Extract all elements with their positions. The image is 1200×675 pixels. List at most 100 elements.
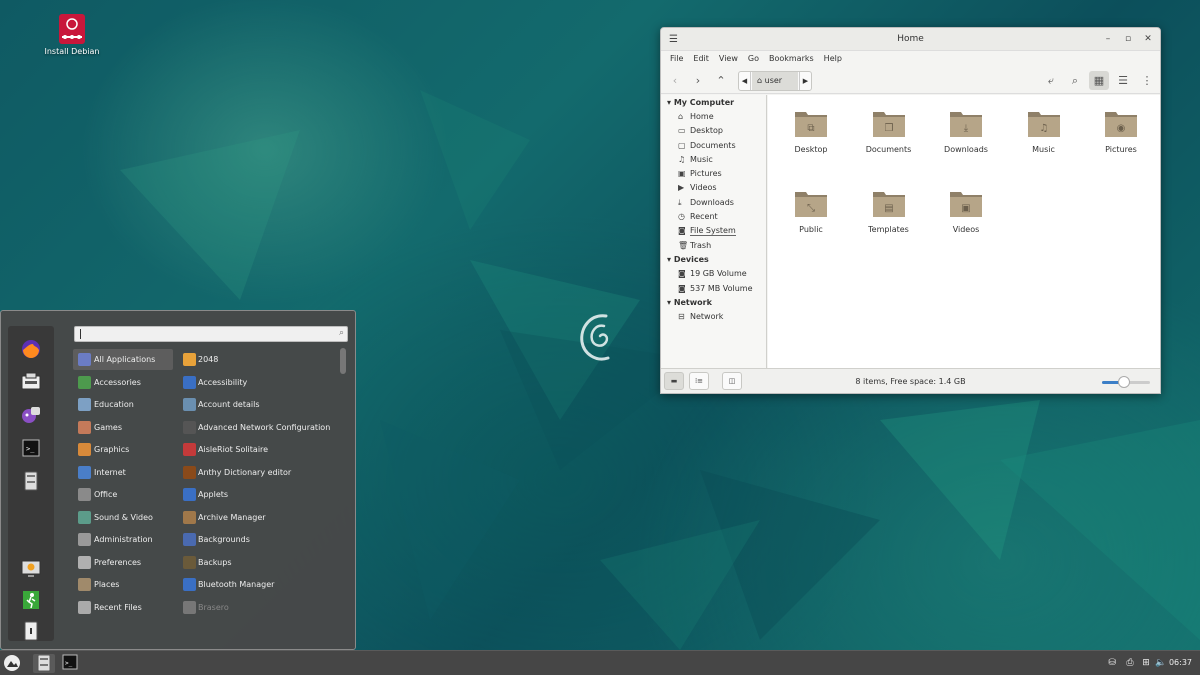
sidebar-section-devices[interactable]: ▾ Devices (667, 255, 709, 264)
category-office[interactable]: Office (73, 484, 173, 505)
folder-icon: ◉ (1104, 107, 1138, 139)
category-all-applications[interactable]: All Applications (73, 349, 173, 370)
folder-pictures[interactable]: ◉ Pictures (1083, 107, 1159, 154)
sidebar-item-recent[interactable]: ◷ Recent (678, 211, 718, 223)
category-administration[interactable]: Administration (73, 529, 173, 550)
category-graphics[interactable]: Graphics (73, 439, 173, 460)
app-advanced-network-configuration[interactable]: Advanced Network Configuration (178, 417, 338, 438)
file-cabinet-icon[interactable] (19, 470, 43, 492)
sidebar-item-home[interactable]: ⌂ Home (678, 111, 714, 123)
logout-icon[interactable] (19, 589, 43, 611)
folder-view[interactable]: ⧉ Desktop ❒ Documents ⤓ Downloads ♫ Music ◉ Pictu… (768, 95, 1160, 370)
category-accessories[interactable]: Accessories (73, 372, 173, 393)
firefox-icon[interactable] (19, 338, 43, 360)
folder-downloads[interactable]: ⤓ Downloads (928, 107, 1004, 154)
clock[interactable]: 06:37 (1169, 658, 1192, 667)
sidebar-item-network[interactable]: ⊟ Network (678, 311, 723, 323)
folder-music[interactable]: ♫ Music (1006, 107, 1082, 154)
category-places[interactable]: Places (73, 574, 173, 595)
app-applets[interactable]: Applets (178, 484, 338, 505)
app-brasero[interactable]: Brasero (178, 597, 338, 618)
forward-button[interactable]: › (688, 71, 708, 90)
category-label: Sound & Video (94, 512, 153, 522)
location-toggle-icon[interactable]: ⤶ (1041, 71, 1061, 90)
app-2048[interactable]: 2048 (178, 349, 338, 370)
software-manager-icon[interactable] (19, 371, 43, 393)
folder-videos[interactable]: ▣ Videos (928, 187, 1004, 234)
menu-view[interactable]: View (714, 51, 743, 67)
app-backups[interactable]: Backups (178, 552, 338, 573)
menu-bookmarks[interactable]: Bookmarks (764, 51, 819, 67)
zoom-slider-handle[interactable] (1117, 376, 1130, 388)
sidebar-item-desktop[interactable]: ▭ Desktop (678, 125, 723, 137)
removable-drive-icon[interactable]: ⛁ (1104, 654, 1120, 673)
app-accessibility[interactable]: Accessibility (178, 372, 338, 393)
folder-documents[interactable]: ❒ Documents (851, 107, 927, 154)
folder-desktop[interactable]: ⧉ Desktop (773, 107, 849, 154)
icon-view-button[interactable]: ▦ (1089, 71, 1109, 90)
sidebar-item-volume-19gb[interactable]: ◙ 19 GB Volume (678, 268, 747, 280)
sidebar-item-videos[interactable]: ▶ Videos (678, 182, 717, 194)
zoom-slider[interactable] (1102, 376, 1150, 388)
terminal-launcher-icon[interactable]: >_ (59, 654, 81, 673)
category-games[interactable]: Games (73, 417, 173, 438)
category-preferences[interactable]: Preferences (73, 552, 173, 573)
sidebar-item-file-system[interactable]: ◙ File System (678, 225, 736, 237)
window-titlebar[interactable]: ☰ Home – ▫ ✕ (661, 28, 1160, 51)
chat-icon[interactable] (19, 404, 43, 426)
favorites-bar: >_ (8, 326, 54, 641)
volume-icon[interactable]: 🔈 (1154, 654, 1168, 673)
app-backgrounds[interactable]: Backgrounds (178, 529, 338, 550)
close-button[interactable]: ✕ (1141, 32, 1155, 46)
category-education[interactable]: Education (73, 394, 173, 415)
shutdown-icon[interactable] (19, 620, 43, 642)
sidebar-item-documents[interactable]: ▢ Documents (678, 140, 736, 152)
breadcrumb-left-arrow[interactable]: ◀ (739, 72, 751, 90)
menu-file[interactable]: File (665, 51, 688, 67)
menu-button[interactable] (2, 654, 22, 673)
sidebar-item-pictures[interactable]: ▣ Pictures (678, 168, 722, 180)
file-manager-window[interactable]: ☰ Home – ▫ ✕ File Edit View Go Bookmarks… (660, 27, 1161, 394)
menu-help[interactable]: Help (819, 51, 847, 67)
file-manager-launcher-icon[interactable] (33, 654, 55, 673)
search-input[interactable]: ⌕ (74, 326, 348, 342)
folder-public[interactable]: ⤡ Public (773, 187, 849, 234)
drive-icon: ◙ (678, 284, 686, 293)
list-view-button[interactable]: ☰ (1113, 71, 1133, 90)
sidebar-item-volume-537mb[interactable]: ◙ 537 MB Volume (678, 283, 753, 295)
category-recent-files[interactable]: Recent Files (73, 597, 173, 618)
folder-templates[interactable]: ▤ Templates (851, 187, 927, 234)
printer-icon[interactable]: ⎙ (1123, 654, 1137, 673)
compact-view-button[interactable]: ⋮ (1137, 71, 1157, 90)
search-icon[interactable]: ⌕ (1065, 71, 1085, 90)
menu-scrollbar[interactable] (338, 348, 348, 624)
breadcrumb-right-arrow[interactable]: ▶ (799, 72, 811, 90)
folder-icon: ⤡ (794, 187, 828, 219)
sidebar-section-network[interactable]: ▾ Network (667, 298, 712, 307)
app-bluetooth-manager[interactable]: Bluetooth Manager (178, 574, 338, 595)
app-archive-manager[interactable]: Archive Manager (178, 507, 338, 528)
scrollbar-thumb[interactable] (340, 348, 346, 374)
app-icon (183, 578, 196, 591)
app-aisleriot-solitaire[interactable]: AisleRiot Solitaire (178, 439, 338, 460)
menu-edit[interactable]: Edit (688, 51, 714, 67)
menu-go[interactable]: Go (743, 51, 764, 67)
category-sound-video[interactable]: Sound & Video (73, 507, 173, 528)
minimize-button[interactable]: – (1101, 32, 1115, 46)
up-button[interactable]: ⌃ (711, 71, 731, 90)
lock-screen-icon[interactable] (19, 558, 43, 580)
back-button[interactable]: ‹ (665, 71, 685, 90)
svg-text:⤓: ⤓ (964, 123, 969, 134)
sidebar-section-my-computer[interactable]: ▾ My Computer (667, 98, 734, 107)
desktop-icon-install-debian[interactable]: Install Debian (40, 14, 104, 56)
maximize-button[interactable]: ▫ (1121, 32, 1135, 46)
breadcrumb-user[interactable]: ⌂ user (752, 72, 798, 90)
sidebar-item-downloads[interactable]: ⤓ Downloads (678, 197, 734, 209)
sidebar-item-music[interactable]: ♫ Music (678, 154, 713, 166)
app-account-details[interactable]: Account details (178, 394, 338, 415)
network-icon[interactable]: ⊞ (1139, 654, 1153, 673)
app-anthy-dictionary-editor[interactable]: Anthy Dictionary editor (178, 462, 338, 483)
category-internet[interactable]: Internet (73, 462, 173, 483)
terminal-icon[interactable]: >_ (19, 437, 43, 459)
sidebar-item-trash[interactable]: 🗑 Trash (678, 240, 711, 252)
